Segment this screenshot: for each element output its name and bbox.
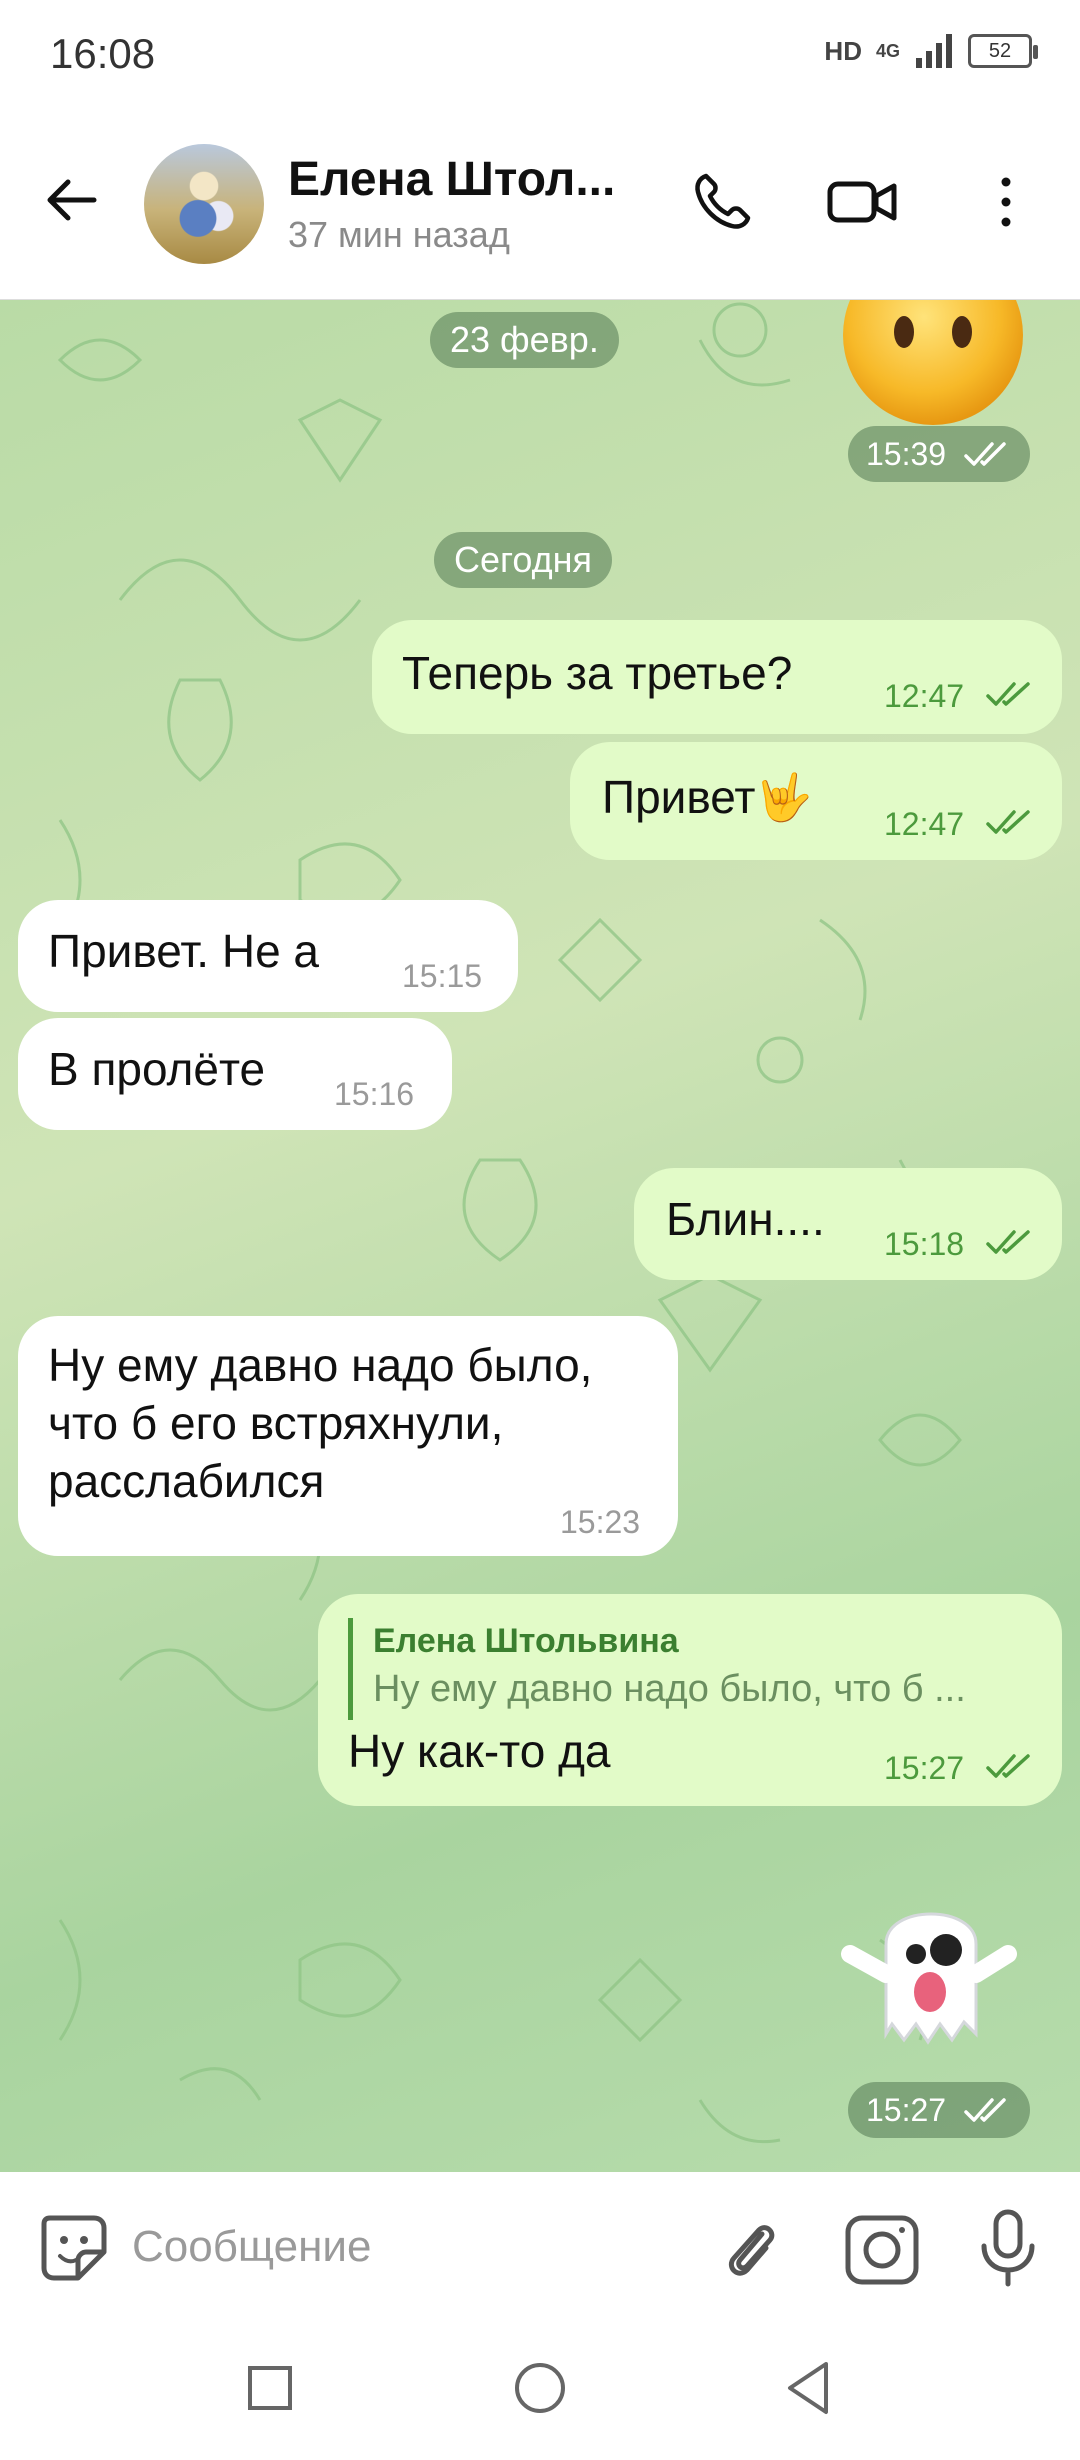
message-text: Привет. Не а <box>48 925 320 977</box>
message-time: 12:47 <box>884 678 965 714</box>
read-check-icon <box>986 810 1030 834</box>
battery-icon: 52 <box>968 34 1038 68</box>
incoming-message[interactable]: Привет. Не а 15:15 <box>18 900 518 1012</box>
message-text: Ну как-то да <box>348 1725 611 1777</box>
camera-icon[interactable] <box>842 2212 922 2288</box>
status-icons: HD 4G 52 <box>824 34 1038 68</box>
date-separator: Сегодня <box>434 532 612 588</box>
message-text: В пролёте <box>48 1043 266 1095</box>
read-check-icon <box>986 1754 1030 1778</box>
read-check-icon <box>986 1230 1030 1254</box>
sticker-timestamp: 15:27 <box>848 2082 1030 2138</box>
chat-header: Елена Штол... 37 мин назад <box>0 110 1080 300</box>
read-check-icon <box>964 442 1006 466</box>
chat-area[interactable]: 23 февр. 15:39 Сегодня Теперь за третье?… <box>0 300 1080 2172</box>
home-icon[interactable] <box>500 2348 580 2428</box>
message-text-line: Ну ему давно надо было, <box>48 1339 593 1391</box>
message-time: 15:23 <box>560 1504 641 1540</box>
outgoing-reply-message[interactable]: Елена Штольвина Ну ему давно надо было, … <box>318 1594 1062 1806</box>
attach-paperclip-icon[interactable] <box>716 2212 786 2282</box>
status-bar: 16:08 HD 4G 52 <box>0 0 1080 110</box>
microphone-icon[interactable] <box>970 2208 1046 2288</box>
system-nav-bar <box>0 2322 1080 2460</box>
sticker-timestamp: 15:39 <box>848 426 1030 482</box>
phone-call-icon[interactable] <box>690 170 754 234</box>
incoming-message[interactable]: В пролёте 15:16 <box>18 1018 452 1130</box>
recent-apps-icon[interactable] <box>230 2348 310 2428</box>
message-text: Блин.... <box>666 1193 825 1245</box>
status-time: 16:08 <box>50 30 156 77</box>
incoming-message[interactable]: Ну ему давно надо было, что б его встрях… <box>18 1316 678 1556</box>
message-text-line: что б его встряхнули, <box>48 1397 504 1449</box>
more-menu-icon[interactable] <box>986 170 1026 234</box>
message-time: 15:16 <box>334 1076 415 1112</box>
message-input[interactable]: Сообщение <box>132 2222 371 2272</box>
sticker-face-emoji[interactable] <box>838 300 1028 430</box>
hd-indicator: HD <box>824 35 862 66</box>
network-indicator: 4G <box>875 41 900 61</box>
outgoing-message[interactable]: Привет🤟 12:47 <box>570 742 1062 860</box>
message-input-bar: Сообщение <box>0 2172 1080 2322</box>
message-time: 15:27 <box>884 1750 965 1786</box>
outgoing-message[interactable]: Блин.... 15:18 <box>634 1168 1062 1280</box>
sticker-ghost-emoji[interactable] <box>836 1884 1022 2070</box>
contact-name[interactable]: Елена Штол... <box>288 152 628 207</box>
message-text: Привет🤟 <box>602 771 813 823</box>
message-time: 15:15 <box>402 958 483 994</box>
outgoing-message[interactable]: Теперь за третье? 12:47 <box>372 620 1062 734</box>
date-separator: 23 февр. <box>430 312 619 368</box>
reply-preview: Ну ему давно надо было, что б ... <box>373 1668 966 1710</box>
back-arrow-icon[interactable] <box>40 168 104 232</box>
emoji-sticker-icon[interactable] <box>36 2210 112 2286</box>
back-nav-icon[interactable] <box>770 2348 850 2428</box>
avatar[interactable] <box>144 144 264 264</box>
last-seen-status: 37 мин назад <box>288 214 510 255</box>
read-check-icon <box>964 2098 1006 2122</box>
reply-quote[interactable]: Елена Штольвина Ну ему давно надо было, … <box>348 1618 1028 1720</box>
message-time: 15:18 <box>884 1226 965 1262</box>
read-check-icon <box>986 682 1030 706</box>
video-call-icon[interactable] <box>826 170 898 234</box>
message-text-line: расслабился <box>48 1455 325 1507</box>
signal-icon <box>916 34 952 68</box>
message-text: Теперь за третье? <box>402 647 793 699</box>
message-time: 12:47 <box>884 806 965 842</box>
reply-author: Елена Штольвина <box>373 1622 679 1660</box>
